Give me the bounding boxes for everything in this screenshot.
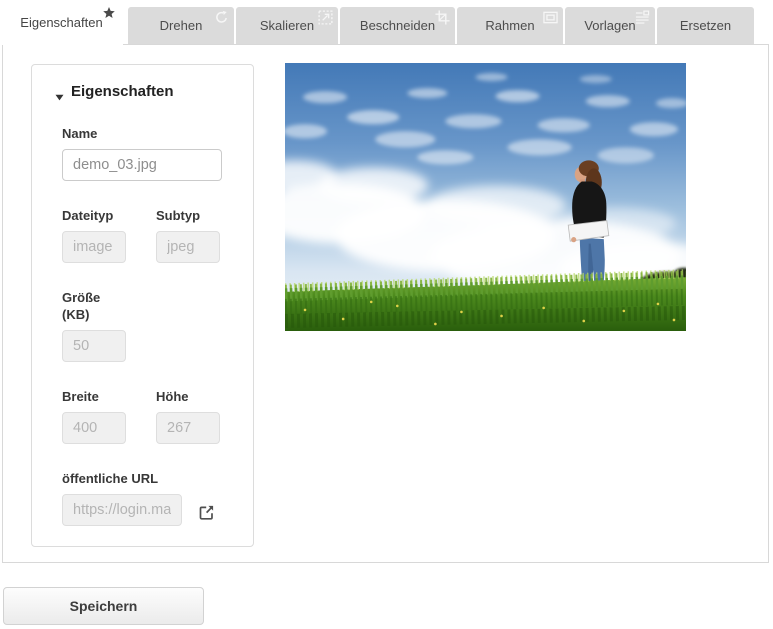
subtype-input xyxy=(156,231,220,263)
width-label: Breite xyxy=(62,388,126,405)
height-label: Höhe xyxy=(156,388,220,405)
filetype-label: Dateityp xyxy=(62,207,126,224)
external-link-icon[interactable] xyxy=(198,504,215,521)
image-editor: Eigenschaften Drehen Skalieren Beschneid… xyxy=(0,0,773,629)
preview-photo xyxy=(285,63,686,331)
tab-drehen[interactable]: Drehen xyxy=(128,7,234,44)
save-button[interactable]: Speichern xyxy=(3,587,204,625)
scale-icon xyxy=(318,10,333,25)
tab-eigenschaften[interactable]: Eigenschaften xyxy=(0,0,123,45)
tab-content: Eigenschaften Name Dateityp Subtyp Größe… xyxy=(2,44,769,563)
tab-rahmen[interactable]: Rahmen xyxy=(457,7,563,44)
tab-vorlagen[interactable]: Vorlagen xyxy=(565,7,655,44)
caret-down-icon xyxy=(55,88,64,95)
tab-label: Beschneiden xyxy=(360,18,435,33)
star-icon xyxy=(102,6,117,21)
tab-skalieren[interactable]: Skalieren xyxy=(236,7,338,44)
tab-label: Eigenschaften xyxy=(20,15,102,30)
subtype-label: Subtyp xyxy=(156,207,220,224)
height-input xyxy=(156,412,220,444)
properties-section-header[interactable]: Eigenschaften xyxy=(55,81,227,101)
tab-beschneiden[interactable]: Beschneiden xyxy=(340,7,455,44)
tab-label: Rahmen xyxy=(485,18,534,33)
name-input[interactable] xyxy=(62,149,222,181)
crop-icon xyxy=(435,10,450,25)
properties-panel: Eigenschaften Name Dateityp Subtyp Größe… xyxy=(31,64,254,547)
filetype-input xyxy=(62,231,126,263)
templates-icon xyxy=(635,10,650,25)
tab-bar: Eigenschaften Drehen Skalieren Beschneid… xyxy=(0,0,773,44)
public-url-input xyxy=(62,494,182,526)
size-label: Größe (KB) xyxy=(62,289,124,323)
public-url-label: öffentliche URL xyxy=(62,470,227,487)
tab-label: Drehen xyxy=(160,18,203,33)
frame-icon xyxy=(543,10,558,25)
image-preview xyxy=(285,63,686,331)
name-label: Name xyxy=(62,125,227,142)
tab-label: Ersetzen xyxy=(680,18,731,33)
rotate-icon xyxy=(214,10,229,25)
size-input xyxy=(62,330,126,362)
tab-label: Vorlagen xyxy=(584,18,635,33)
width-input xyxy=(62,412,126,444)
tab-label: Skalieren xyxy=(260,18,314,33)
tab-ersetzen[interactable]: Ersetzen xyxy=(657,7,754,44)
section-title: Eigenschaften xyxy=(71,83,174,100)
